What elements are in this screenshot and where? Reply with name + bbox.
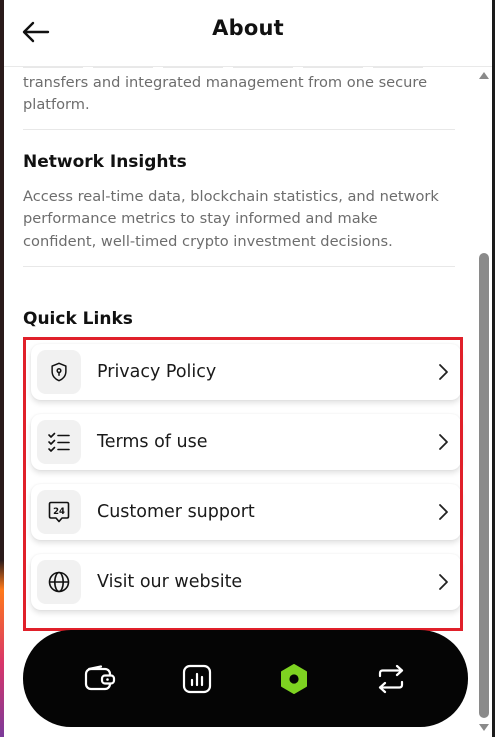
quick-link-label: Privacy Policy bbox=[97, 362, 217, 382]
quick-link-label: Customer support bbox=[97, 502, 255, 522]
quick-link-terms-of-use[interactable]: Terms of use bbox=[31, 414, 461, 470]
scroll-down-arrow-icon[interactable] bbox=[479, 724, 489, 731]
quick-link-label: Terms of use bbox=[97, 432, 208, 452]
checklist-icon bbox=[48, 432, 70, 452]
wallet-icon bbox=[84, 664, 115, 690]
network-insights-description: Access real-time data, blockchain statis… bbox=[23, 188, 439, 250]
nav-wallet[interactable] bbox=[77, 656, 123, 702]
quick-link-privacy-policy[interactable]: Privacy Policy bbox=[31, 344, 461, 400]
chevron-right-icon bbox=[433, 572, 453, 592]
bottom-navigation bbox=[23, 630, 468, 727]
support-icon-box: 24 bbox=[37, 490, 81, 534]
divider bbox=[23, 266, 455, 267]
svg-text:24: 24 bbox=[53, 507, 65, 517]
divider bbox=[23, 129, 455, 130]
nav-home-hexagon[interactable] bbox=[271, 656, 317, 702]
scrollbar-thumb[interactable] bbox=[479, 253, 489, 718]
globe-icon bbox=[48, 571, 70, 593]
app-header: About bbox=[4, 0, 492, 67]
quick-links-title: Quick Links bbox=[23, 309, 133, 329]
swap-icon bbox=[379, 664, 404, 693]
scroll-up-arrow-icon[interactable] bbox=[479, 72, 489, 79]
chevron-right-icon bbox=[433, 502, 453, 522]
website-icon-box bbox=[37, 560, 81, 604]
shield-lock-icon bbox=[51, 362, 67, 382]
page-title: About bbox=[212, 16, 284, 40]
network-insights-title: Network Insights bbox=[23, 152, 187, 172]
support-24-icon: 24 bbox=[48, 501, 70, 523]
hexagon-icon bbox=[281, 663, 308, 694]
quick-link-customer-support[interactable]: 24 Customer support bbox=[31, 484, 461, 540]
terms-icon-box bbox=[37, 420, 81, 464]
nav-swap[interactable] bbox=[368, 656, 414, 702]
quick-link-label: Visit our website bbox=[97, 572, 243, 592]
chevron-right-icon bbox=[433, 432, 453, 452]
quick-link-visit-website[interactable]: Visit our website bbox=[31, 554, 461, 610]
privacy-icon-box bbox=[37, 350, 81, 394]
nav-chart[interactable] bbox=[174, 656, 220, 702]
chevron-right-icon bbox=[433, 362, 453, 382]
chart-icon bbox=[182, 664, 211, 693]
intro-text: transfers and integrated management from… bbox=[23, 74, 428, 114]
